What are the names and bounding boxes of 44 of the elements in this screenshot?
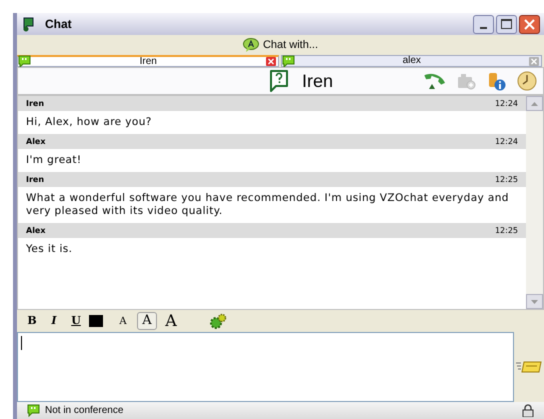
lock-icon[interactable] (522, 404, 534, 417)
bold-button[interactable]: B (23, 312, 41, 330)
font-size-button[interactable]: A (161, 312, 181, 330)
message-sender: Alex (26, 136, 46, 148)
send-message-icon[interactable] (516, 361, 542, 373)
gears-icon[interactable] (209, 313, 227, 329)
up-arrow-icon (531, 102, 538, 106)
tab-label: Iren (138, 56, 158, 66)
text-color-button[interactable] (89, 315, 103, 327)
status-text: Not in conference (45, 404, 124, 418)
message-text: What a wonderful software you have recommended. I'm using VZOchat everyday and very pleased with its video quality. (25, 191, 510, 219)
message-text: Yes it is. (25, 242, 74, 257)
message-sender: Iren (26, 98, 44, 110)
message-text: I'm great! (25, 153, 83, 168)
chat-bubble-icon (242, 38, 259, 52)
chat-tab[interactable]: Iren (17, 55, 278, 67)
minimize-icon (480, 26, 487, 28)
message-time: 12:25 (494, 224, 518, 236)
contact-name: Iren (302, 70, 334, 92)
maximize-button[interactable] (496, 14, 517, 34)
font-size-button[interactable]: A (137, 312, 157, 330)
close-button[interactable] (519, 14, 540, 34)
minimize-button[interactable] (473, 14, 494, 34)
close-icon (524, 18, 535, 30)
message-time: 12:24 (494, 136, 518, 148)
tab-label: alex (402, 56, 422, 66)
user-info-icon[interactable] (487, 71, 507, 91)
window-title: Chat (45, 16, 73, 33)
italic-button[interactable]: I (45, 312, 63, 330)
message-sender: Alex (26, 224, 46, 236)
chat-with-button[interactable]: Chat with... (242, 36, 318, 54)
close-icon[interactable] (266, 57, 276, 66)
maximize-icon (501, 19, 512, 29)
underline-button[interactable]: U (67, 312, 85, 330)
message-sender: Iren (26, 174, 44, 186)
message-text: Hi, Alex, how are you? (25, 115, 153, 130)
font-size-button[interactable]: A (113, 312, 133, 330)
status-icon (27, 404, 40, 417)
chat-tab[interactable]: alex (280, 55, 542, 67)
down-arrow-icon (531, 300, 538, 304)
message-time: 12:24 (494, 98, 518, 110)
message-input-field[interactable] (17, 332, 514, 402)
clock-icon[interactable] (517, 71, 537, 91)
message-time: 12:25 (494, 174, 518, 186)
